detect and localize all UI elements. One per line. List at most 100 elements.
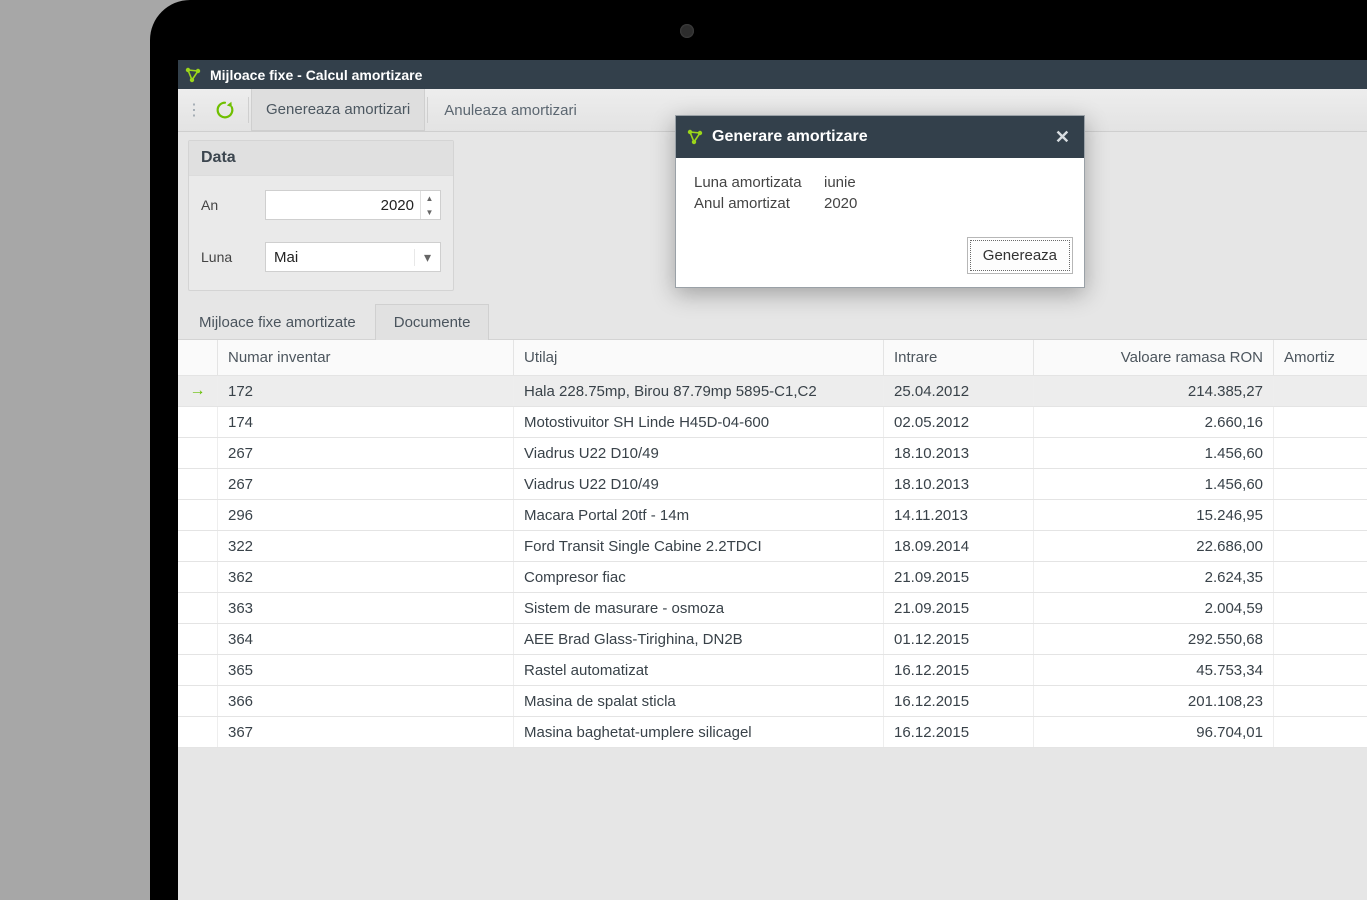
toolbar-cancel[interactable]: Anuleaza amortizari (430, 89, 591, 131)
chevron-down-icon: ▾ (414, 249, 440, 266)
table-row[interactable]: 365Rastel automatizat16.12.201545.753,34 (178, 655, 1367, 686)
cell-date: 02.05.2012 (884, 407, 1034, 437)
year-input[interactable] (266, 197, 420, 214)
table-row[interactable]: 322Ford Transit Single Cabine 2.2TDCI18.… (178, 531, 1367, 562)
cell-tool: Macara Portal 20tf - 14m (514, 500, 884, 530)
table-row[interactable]: 367Masina baghetat-umplere silicagel16.1… (178, 717, 1367, 748)
cell-date: 18.10.2013 (884, 438, 1034, 468)
generate-dialog: Generare amortizare ✕ Luna amortizata iu… (675, 115, 1085, 288)
arrow-right-icon: → (190, 382, 206, 400)
cell-date: 21.09.2015 (884, 593, 1034, 623)
col-date[interactable]: Intrare (884, 340, 1034, 375)
col-tool[interactable]: Utilaj (514, 340, 884, 375)
cell-inventory: 267 (218, 438, 514, 468)
row-indicator (178, 655, 218, 685)
filter-panel: Data An ▲ ▼ Luna Mai ▾ (188, 140, 454, 291)
cell-tool: Ford Transit Single Cabine 2.2TDCI (514, 531, 884, 561)
table-row[interactable]: → 172Hala 228.75mp, Birou 87.79mp 5895-C1… (178, 376, 1367, 407)
table-row[interactable]: 267Viadrus U22 D10/4918.10.20131.456,60 (178, 438, 1367, 469)
year-spin-buttons[interactable]: ▲ ▼ (420, 191, 438, 219)
cell-inventory: 267 (218, 469, 514, 499)
toolbar-generate[interactable]: Genereaza amortizari (251, 89, 425, 131)
cell-value: 45.753,34 (1034, 655, 1274, 685)
cell-inventory: 172 (218, 376, 514, 406)
chevron-up-icon: ▲ (421, 191, 438, 205)
row-indicator (178, 531, 218, 561)
cell-inventory: 366 (218, 686, 514, 716)
toolbar-generate-label: Genereaza amortizari (266, 101, 410, 118)
year-stepper[interactable]: ▲ ▼ (265, 190, 441, 220)
cell-amort (1274, 593, 1367, 623)
data-grid[interactable]: Numar inventar Utilaj Intrare Valoare ra… (178, 340, 1367, 748)
toolbar-grip: ⋮ (178, 100, 208, 120)
cell-value: 214.385,27 (1034, 376, 1274, 406)
cell-value: 22.686,00 (1034, 531, 1274, 561)
row-indicator (178, 407, 218, 437)
cell-amort (1274, 438, 1367, 468)
col-amort[interactable]: Amortiz (1274, 340, 1367, 375)
cell-date: 25.04.2012 (884, 376, 1034, 406)
row-indicator (178, 717, 218, 747)
cell-inventory: 364 (218, 624, 514, 654)
month-value: Mai (266, 249, 414, 266)
table-row[interactable]: 363Sistem de masurare - osmoza21.09.2015… (178, 593, 1367, 624)
cell-tool: Viadrus U22 D10/49 (514, 469, 884, 499)
cell-amort (1274, 655, 1367, 685)
dialog-generate-button[interactable]: Genereaza (970, 240, 1070, 271)
window-title: Mijloace fixe - Calcul amortizare (210, 67, 422, 83)
cell-amort (1274, 500, 1367, 530)
cell-inventory: 363 (218, 593, 514, 623)
cell-date: 16.12.2015 (884, 717, 1034, 747)
tab-amortizate[interactable]: Mijloace fixe amortizate (180, 304, 375, 340)
refresh-icon (214, 99, 236, 121)
cell-date: 18.09.2014 (884, 531, 1034, 561)
cell-tool: Viadrus U22 D10/49 (514, 438, 884, 468)
cell-value: 96.704,01 (1034, 717, 1274, 747)
table-row[interactable]: 174Motostivuitor SH Linde H45D-04-60002.… (178, 407, 1367, 438)
row-indicator (178, 469, 218, 499)
close-icon: ✕ (1055, 127, 1070, 147)
col-value[interactable]: Valoare ramasa RON (1034, 340, 1274, 375)
row-indicator (178, 686, 218, 716)
cell-amort (1274, 376, 1367, 406)
row-indicator (178, 624, 218, 654)
cell-inventory: 296 (218, 500, 514, 530)
cell-amort (1274, 407, 1367, 437)
chevron-down-icon: ▼ (421, 205, 438, 219)
cell-tool: Masina baghetat-umplere silicagel (514, 717, 884, 747)
row-indicator (178, 438, 218, 468)
cell-date: 21.09.2015 (884, 562, 1034, 592)
year-label: An (201, 197, 265, 213)
device-camera (680, 24, 694, 38)
refresh-button[interactable] (208, 93, 242, 127)
cell-tool: Hala 228.75mp, Birou 87.79mp 5895-C1,C2 (514, 376, 884, 406)
row-indicator (178, 593, 218, 623)
month-label: Luna (201, 249, 265, 265)
cell-value: 2.660,16 (1034, 407, 1274, 437)
cell-value: 201.108,23 (1034, 686, 1274, 716)
dialog-generate-label: Genereaza (983, 247, 1057, 264)
row-indicator: → (178, 376, 218, 406)
dialog-close-button[interactable]: ✕ (1051, 127, 1074, 148)
table-row[interactable]: 364AEE Brad Glass-Tirighina, DN2B01.12.2… (178, 624, 1367, 655)
dialog-month-label: Luna amortizata (694, 174, 824, 191)
table-row[interactable]: 267Viadrus U22 D10/4918.10.20131.456,60 (178, 469, 1367, 500)
table-row[interactable]: 296Macara Portal 20tf - 14m14.11.201315.… (178, 500, 1367, 531)
month-select[interactable]: Mai ▾ (265, 242, 441, 272)
tab-amortizate-label: Mijloace fixe amortizate (199, 314, 356, 331)
table-row[interactable]: 362Compresor fiac21.09.20152.624,35 (178, 562, 1367, 593)
tab-documente[interactable]: Documente (375, 304, 490, 340)
cell-value: 1.456,60 (1034, 469, 1274, 499)
cell-inventory: 174 (218, 407, 514, 437)
cell-inventory: 362 (218, 562, 514, 592)
cell-amort (1274, 624, 1367, 654)
table-row[interactable]: 366Masina de spalat sticla16.12.2015201.… (178, 686, 1367, 717)
cell-inventory: 322 (218, 531, 514, 561)
col-inventory[interactable]: Numar inventar (218, 340, 514, 375)
cell-value: 1.456,60 (1034, 438, 1274, 468)
cell-amort (1274, 469, 1367, 499)
cell-date: 16.12.2015 (884, 655, 1034, 685)
window-titlebar: Mijloace fixe - Calcul amortizare (178, 60, 1367, 89)
grid-header: Numar inventar Utilaj Intrare Valoare ra… (178, 340, 1367, 376)
cell-value: 15.246,95 (1034, 500, 1274, 530)
